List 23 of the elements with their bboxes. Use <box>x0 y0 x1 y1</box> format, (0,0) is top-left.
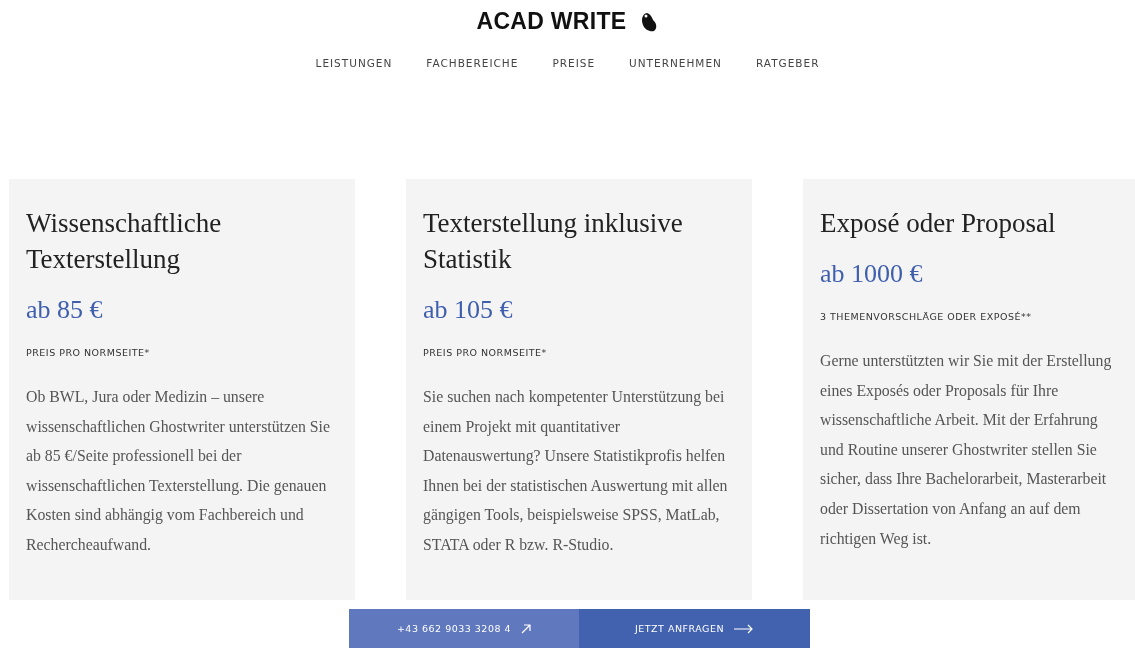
price: ab 1000 € <box>820 259 924 289</box>
price-label: PREIS PRO NORMSEITE* <box>423 347 548 358</box>
bird-icon <box>640 11 659 32</box>
nav-link[interactable]: UNTERNEHMEN <box>629 57 722 69</box>
nav-link[interactable]: FACHBEREICHE <box>426 57 519 69</box>
card-title: Wissenschaftliche Texterstellung <box>26 207 223 276</box>
price: ab 105 € <box>423 295 514 325</box>
request-button[interactable]: JETZT ANFRAGEN <box>579 609 810 648</box>
card-description: Sie suchen nach kompetenter Unterstützung bei einem Projekt mit quantitativer Datenauswertung? Unsere Statistikprofis helfen Ihnen bei der statistischen Auswertung mit allen gängigen Tools, beispielsweise SPSS, MatLab, STATA oder R bzw. R-Studio. <box>423 387 729 555</box>
card-title: Exposé oder Proposal <box>820 207 1057 240</box>
price-label: 3 THEMENVORSCHLÄGE ODER EXPOSÉ** <box>820 311 1033 322</box>
nav-link[interactable]: RATGEBER <box>755 57 820 69</box>
card-title: Texterstellung inklusive Statistik <box>423 207 684 276</box>
nav-link[interactable]: PREISE <box>552 57 596 69</box>
nav-link[interactable]: LEISTUNGEN <box>315 57 393 69</box>
price: ab 85 € <box>26 295 104 325</box>
arrow-right-icon <box>734 623 754 634</box>
card-description: Gerne unterstützten wir Sie mit der Erstellung eines Exposés oder Proposals für Ihre wissenschaftliche Arbeit. Mit der Erfahrung und Routine unserer Ghostwriter stellen Sie sicher, dass Ihre Bachelorarbeit, Masterarbeit oder Dissertation von Anfang an auf dem richtigen Weg ist. <box>820 351 1113 550</box>
logo-text[interactable]: ACAD WRITE <box>476 8 627 35</box>
phone-button[interactable]: +43 662 9033 3208 4 <box>349 609 579 648</box>
arrow-up-right-icon <box>521 623 532 634</box>
price-label: PREIS PRO NORMSEITE* <box>26 347 151 358</box>
card-description: Ob BWL, Jura oder Medizin – unsere wissenschaftlichen Ghostwriter unterstützen Sie ab 85 €/Seite professionell bei der wissenschaftlichen Texterstellung. Die genauen Kosten sind abhängig vom Fachbereich und Rechercheaufwand. <box>26 387 331 555</box>
